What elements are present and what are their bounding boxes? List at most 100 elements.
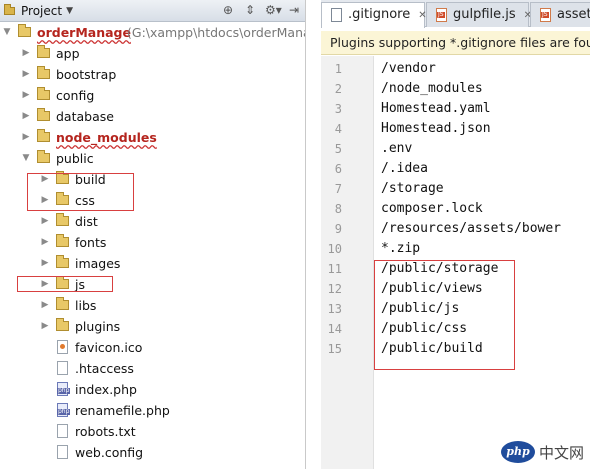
collapse-arrow-icon[interactable]: ▶ <box>40 295 50 316</box>
highlight-box-build-css <box>27 173 134 211</box>
tree-item[interactable]: robots.txt <box>0 421 305 442</box>
file-icon <box>57 340 68 354</box>
tree-item[interactable]: favicon.ico <box>0 337 305 358</box>
tree-item[interactable]: ▼ public <box>0 148 305 169</box>
tree-item[interactable]: ▶ database <box>0 106 305 127</box>
tree-item[interactable]: ▶ images <box>0 253 305 274</box>
tree-item-label: app <box>56 46 80 61</box>
folder-icon <box>56 297 69 310</box>
folder-icon <box>56 234 69 247</box>
line-number: 10 <box>327 242 342 256</box>
code-line[interactable]: /resources/assets/bower <box>381 219 561 239</box>
collapse-arrow-icon[interactable]: ▶ <box>21 43 31 64</box>
settings-icon[interactable]: ⚙▾ <box>265 3 282 17</box>
folder-icon <box>56 255 69 268</box>
tree-item[interactable]: ▶ fonts <box>0 232 305 253</box>
tree-item[interactable]: web.config <box>0 442 305 463</box>
code-line[interactable]: .env <box>381 139 412 159</box>
code-line[interactable]: /.idea <box>381 159 428 179</box>
line-number: 14 <box>327 322 342 336</box>
code-line[interactable]: *.zip <box>381 239 420 259</box>
tree-item[interactable]: ▶ bootstrap <box>0 64 305 85</box>
tree-item-label: favicon.ico <box>75 340 143 355</box>
line-number: 8 <box>334 202 342 216</box>
tree-item-label: dist <box>75 214 98 229</box>
tree-item-label: config <box>56 88 95 103</box>
text-file-icon <box>331 8 342 22</box>
folder-icon <box>18 24 31 37</box>
tree-item-label: libs <box>75 298 97 313</box>
tree-item[interactable]: renamefile.php <box>0 400 305 421</box>
chevron-down-icon[interactable]: ▼ <box>66 6 73 16</box>
editor-tab-label: assets <box>557 7 590 22</box>
code-line[interactable]: composer.lock <box>381 199 483 219</box>
editor-tab[interactable]: assets <box>530 2 590 27</box>
expand-arrow-icon[interactable]: ▼ <box>2 22 12 43</box>
collapse-arrow-icon[interactable]: ▶ <box>21 106 31 127</box>
code-line[interactable]: /node_modules <box>381 79 483 99</box>
line-number: 3 <box>334 102 342 116</box>
line-number: 15 <box>327 342 342 356</box>
collapse-arrow-icon[interactable]: ▶ <box>21 85 31 106</box>
folder-icon <box>56 213 69 226</box>
php-file-icon <box>57 382 71 396</box>
line-number-gutter: 1 2 3 4 5 6 7 8 9 10 11 12 13 14 15 <box>321 56 374 469</box>
tree-item[interactable]: ▶ libs <box>0 295 305 316</box>
hide-icon[interactable]: ⇥ <box>287 3 301 17</box>
collapse-arrow-icon[interactable]: ▶ <box>21 64 31 85</box>
target-icon[interactable]: ⊕ <box>221 3 235 17</box>
tree-item-label: fonts <box>75 235 107 250</box>
tree-item[interactable]: index.php <box>0 379 305 400</box>
code-line[interactable]: /vendor <box>381 59 436 79</box>
tree-item-label: bootstrap <box>56 67 117 82</box>
code-line[interactable]: Homestead.json <box>381 119 491 139</box>
editor-tab[interactable]: .gitignore ✕ <box>321 2 427 28</box>
file-icon <box>57 445 68 459</box>
line-number: 1 <box>334 62 342 76</box>
folder-icon <box>37 45 50 58</box>
tree-item-label: plugins <box>75 319 121 334</box>
folder-icon <box>37 108 50 121</box>
line-number: 5 <box>334 142 342 156</box>
tree-item[interactable]: ▶ dist <box>0 211 305 232</box>
site-watermark: php 中文网 <box>500 441 584 463</box>
collapse-arrow-icon[interactable]: ▶ <box>40 253 50 274</box>
tree-item[interactable]: ▶ node_modules <box>0 127 305 148</box>
line-number: 9 <box>334 222 342 236</box>
highlight-box-js <box>17 276 113 292</box>
code-line[interactable]: /storage <box>381 179 444 199</box>
expand-arrow-icon[interactable]: ▼ <box>21 148 31 169</box>
collapse-arrow-icon[interactable]: ▶ <box>40 316 50 337</box>
collapse-arrow-icon[interactable]: ▶ <box>40 211 50 232</box>
tree-item-label: images <box>75 256 121 271</box>
project-panel-header[interactable]: Project ▼ ⊕ ⇕ ⚙▾ ⇥ <box>0 0 305 22</box>
line-number: 13 <box>327 302 342 316</box>
folder-icon <box>37 129 50 142</box>
line-number: 4 <box>334 122 342 136</box>
tree-item[interactable]: .htaccess <box>0 358 305 379</box>
folder-icon <box>37 150 50 163</box>
tree-item[interactable]: ▶ plugins <box>0 316 305 337</box>
folder-icon <box>56 318 69 331</box>
tree-item-label: database <box>56 109 114 124</box>
tree-item-path: (G:\xampp\htdocs\orderManag <box>127 25 306 40</box>
project-panel: Project ▼ ⊕ ⇕ ⚙▾ ⇥ ▼ orderManage (G:\xampp… <box>0 0 306 469</box>
line-number: 7 <box>334 182 342 196</box>
editor-pane: .gitignore✕gulpfile.js✕ assets Plugins su… <box>321 0 590 469</box>
line-number: 11 <box>327 262 342 276</box>
tree-item-label: renamefile.php <box>75 403 170 418</box>
highlight-box-public-lines <box>374 260 515 370</box>
plugin-notice-banner[interactable]: Plugins supporting *.gitignore files are… <box>321 31 590 55</box>
editor-tab[interactable]: gulpfile.js✕ <box>426 2 532 27</box>
file-icon <box>57 424 68 438</box>
tree-item[interactable]: ▶ app <box>0 43 305 64</box>
project-panel-title[interactable]: Project <box>21 4 62 18</box>
tree-item[interactable]: ▶ config <box>0 85 305 106</box>
collapse-arrow-icon[interactable]: ▶ <box>21 127 31 148</box>
folder-icon <box>37 66 50 79</box>
code-line[interactable]: Homestead.yaml <box>381 99 491 119</box>
tree-item-label: index.php <box>75 382 137 397</box>
tree-item[interactable]: ▼ orderManage (G:\xampp\htdocs\orderManag <box>0 22 306 43</box>
collapse-arrow-icon[interactable]: ▶ <box>40 232 50 253</box>
sort-icon[interactable]: ⇕ <box>243 3 257 17</box>
